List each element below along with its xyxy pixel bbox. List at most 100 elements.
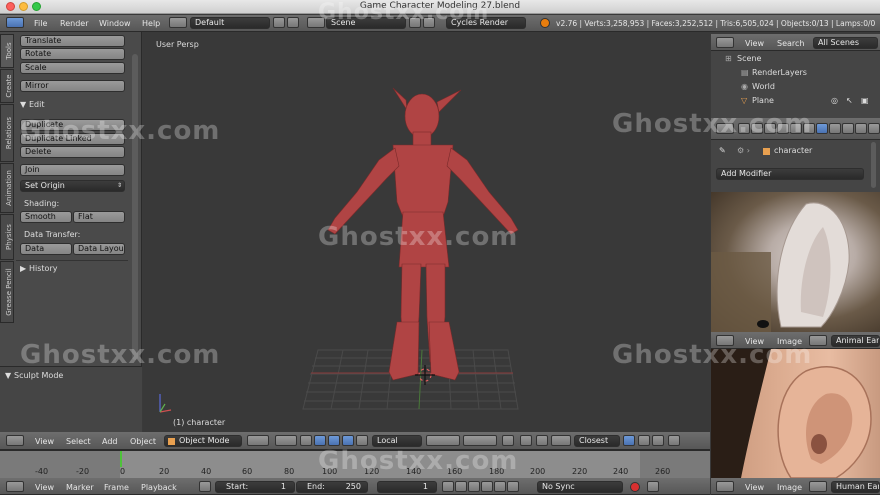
mirror-button[interactable]: Mirror — [20, 80, 125, 92]
tab-grease-pencil[interactable]: Grease Pencil — [0, 261, 14, 323]
join-button[interactable]: Join — [20, 164, 125, 176]
texture-tab-icon[interactable] — [855, 123, 867, 134]
current-frame-field[interactable]: 1 — [377, 481, 437, 493]
view-settings-icon[interactable] — [668, 435, 680, 446]
edit-panel-expand-icon[interactable]: ▼ — [20, 100, 26, 109]
play-icon[interactable] — [481, 481, 493, 492]
screen-layout-field[interactable]: Default — [190, 17, 270, 29]
material-tab-icon[interactable] — [842, 123, 854, 134]
sculpt-mode-header[interactable]: Sculpt Mode — [14, 371, 63, 380]
flat-button[interactable]: Flat — [73, 211, 125, 223]
outliner[interactable]: ⊞ Scene ▤ RenderLayers ◉ World ▽ Plane ◎… — [711, 51, 880, 118]
viewport-shading-icon[interactable] — [247, 435, 269, 446]
scale-button[interactable]: Scale — [20, 62, 125, 74]
image-editor-2-menu-view[interactable]: View — [745, 483, 764, 492]
outliner-item-world[interactable]: World — [752, 82, 775, 91]
outliner-display-mode-dropdown[interactable]: All Scenes — [813, 37, 878, 49]
opengl-render-icon[interactable] — [638, 435, 650, 446]
tool-shelf-scrollbar[interactable] — [132, 54, 138, 360]
tab-create[interactable]: Create — [0, 69, 14, 103]
modifiers-tab-icon[interactable] — [816, 123, 828, 134]
transform-orientation-icon[interactable] — [356, 435, 368, 446]
add-layout-icon[interactable] — [273, 17, 285, 28]
image-editor-2-menu-image[interactable]: Image — [777, 483, 802, 492]
image-editor-2-image-name[interactable]: Human Ear — [831, 481, 880, 493]
add-modifier-dropdown[interactable]: Add Modifier — [716, 168, 864, 180]
timeline-menu-playback[interactable]: Playback — [141, 483, 177, 492]
selectability-arrow-icon[interactable]: ↖ — [846, 96, 853, 105]
preview-range-icon[interactable] — [199, 481, 211, 492]
set-origin-dropdown[interactable]: Set Origin — [20, 180, 125, 192]
visibility-eye-icon[interactable]: ◎ — [831, 96, 838, 105]
outliner-menu-view[interactable]: View — [745, 39, 764, 48]
jump-to-keyframe-forward-icon[interactable] — [494, 481, 506, 492]
record-keyframe-icon[interactable] — [630, 482, 640, 492]
data-transfer-button[interactable]: Data — [20, 243, 72, 255]
image-editor-1-image-name[interactable]: Animal Ear — [831, 335, 880, 347]
outliner-editor-type-icon[interactable] — [716, 37, 734, 48]
end-frame-field[interactable]: End: 250 — [296, 481, 368, 493]
outliner-item-plane[interactable]: Plane — [752, 96, 774, 105]
image-editor-2-type-icon[interactable] — [716, 481, 734, 492]
history-panel-expand-icon[interactable]: ▶ — [20, 264, 26, 273]
timeline-menu-frame[interactable]: Frame — [104, 483, 129, 492]
tab-physics[interactable]: Physics — [0, 214, 14, 260]
timeline-menu-marker[interactable]: Marker — [66, 483, 94, 492]
menu-add[interactable]: Add — [102, 437, 118, 446]
tab-animation[interactable]: Animation — [0, 163, 14, 213]
image-editor-2-browse-icon[interactable] — [809, 481, 827, 492]
jump-to-keyframe-back-icon[interactable] — [455, 481, 467, 492]
outliner-item-scene[interactable]: Scene — [737, 54, 761, 63]
menu-window[interactable]: Window — [99, 19, 131, 28]
proportional-edit-icon[interactable] — [520, 435, 532, 446]
3d-view-editor-type-icon[interactable] — [6, 435, 24, 446]
snap-target-dropdown[interactable]: Closest — [574, 435, 620, 447]
edit-panel-header[interactable]: Edit — [29, 100, 45, 109]
jump-to-end-icon[interactable] — [507, 481, 519, 492]
outliner-item-renderlayers[interactable]: RenderLayers — [752, 68, 807, 77]
snap-toggle-icon[interactable] — [536, 435, 548, 446]
start-frame-field[interactable]: Start: 1 — [215, 481, 295, 493]
pivot-point-icon[interactable] — [275, 435, 297, 446]
data-tab-icon[interactable] — [829, 123, 841, 134]
sculpt-mode-expand-icon[interactable]: ▼ — [5, 371, 11, 380]
rotate-button[interactable]: Rotate — [20, 48, 125, 60]
properties-scrollbar[interactable] — [871, 142, 876, 188]
timeline-menu-view[interactable]: View — [35, 483, 54, 492]
jump-to-start-icon[interactable] — [442, 481, 454, 492]
scale-manipulator-icon[interactable] — [342, 435, 354, 446]
physics-tab-icon[interactable] — [868, 123, 880, 134]
rotate-manipulator-icon[interactable] — [328, 435, 340, 446]
tab-relations[interactable]: Relations — [0, 104, 14, 162]
renderability-camera-icon[interactable]: ▣ — [861, 96, 869, 105]
screen-layout-icon[interactable] — [169, 17, 187, 28]
translate-button[interactable]: Translate — [20, 35, 125, 47]
timeline-editor-type-icon[interactable] — [6, 481, 24, 492]
menu-file[interactable]: File — [34, 19, 47, 28]
menu-object[interactable]: Object — [130, 437, 156, 446]
keying-set-icon[interactable] — [647, 481, 659, 492]
align-rotation-icon[interactable] — [623, 435, 635, 446]
layer-lock-icon[interactable] — [502, 435, 514, 446]
translate-manipulator-icon[interactable] — [314, 435, 326, 446]
menu-help[interactable]: Help — [142, 19, 160, 28]
history-panel-header[interactable]: History — [29, 264, 57, 273]
remove-layout-icon[interactable] — [287, 17, 299, 28]
sync-mode-dropdown[interactable]: No Sync — [537, 481, 623, 493]
opengl-render-anim-icon[interactable] — [652, 435, 664, 446]
menu-view[interactable]: View — [35, 437, 54, 446]
manipulator-toggle-icon[interactable] — [300, 435, 312, 446]
menu-render[interactable]: Render — [60, 19, 88, 28]
smooth-button[interactable]: Smooth — [20, 211, 72, 223]
current-frame-indicator[interactable] — [120, 451, 122, 467]
layer-buttons-1[interactable] — [426, 435, 460, 446]
delete-button[interactable]: Delete — [20, 146, 125, 158]
outliner-menu-search[interactable]: Search — [777, 39, 804, 48]
layer-buttons-2[interactable] — [463, 435, 497, 446]
pin-icon[interactable]: ✎ — [719, 146, 726, 155]
play-reverse-icon[interactable] — [468, 481, 480, 492]
snap-element-icon[interactable] — [551, 435, 571, 446]
data-layout-button[interactable]: Data Layout — [73, 243, 125, 255]
interaction-mode-dropdown[interactable]: Object Mode — [164, 435, 242, 447]
menu-select[interactable]: Select — [66, 437, 91, 446]
